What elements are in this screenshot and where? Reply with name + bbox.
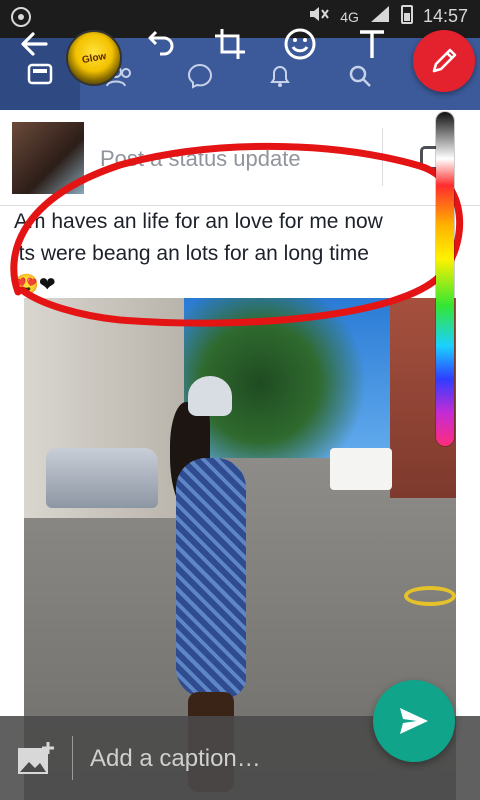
pencil-button[interactable]	[413, 30, 475, 92]
status-prompt: Post a status update	[100, 146, 301, 171]
undo-icon[interactable]	[136, 16, 184, 72]
photo-truck	[330, 448, 392, 490]
add-photo-icon[interactable]	[16, 740, 56, 776]
status-composer: Post a status update	[0, 110, 480, 206]
emoji-icon[interactable]	[276, 16, 324, 72]
status-text: Am haves an life for an love for me now …	[14, 206, 474, 270]
person-cap	[188, 376, 232, 416]
text-icon[interactable]	[348, 16, 396, 72]
composer-divider	[382, 128, 383, 186]
status-post: Am haves an life for an love for me now …	[0, 206, 480, 298]
profile-picture	[12, 122, 84, 194]
caption-separator	[72, 736, 73, 780]
color-picker-slider[interactable]	[436, 112, 454, 446]
back-arrow-icon[interactable]	[10, 16, 58, 72]
status-emoji: 😍❤	[14, 274, 56, 296]
photo-car	[46, 448, 158, 508]
status-line-2: its were beang an lots for an long time	[14, 242, 369, 265]
edit-toolbar: Glow	[0, 16, 480, 92]
crop-rotate-icon[interactable]	[206, 16, 254, 72]
person-dress	[176, 458, 246, 698]
sticker-icon[interactable]: Glow	[66, 30, 122, 86]
pencil-icon	[432, 48, 457, 73]
send-button[interactable]	[373, 680, 455, 762]
send-icon	[400, 708, 428, 734]
photo-road-marking	[404, 586, 456, 606]
status-line-1: Am haves an life for an love for me now	[14, 210, 383, 233]
